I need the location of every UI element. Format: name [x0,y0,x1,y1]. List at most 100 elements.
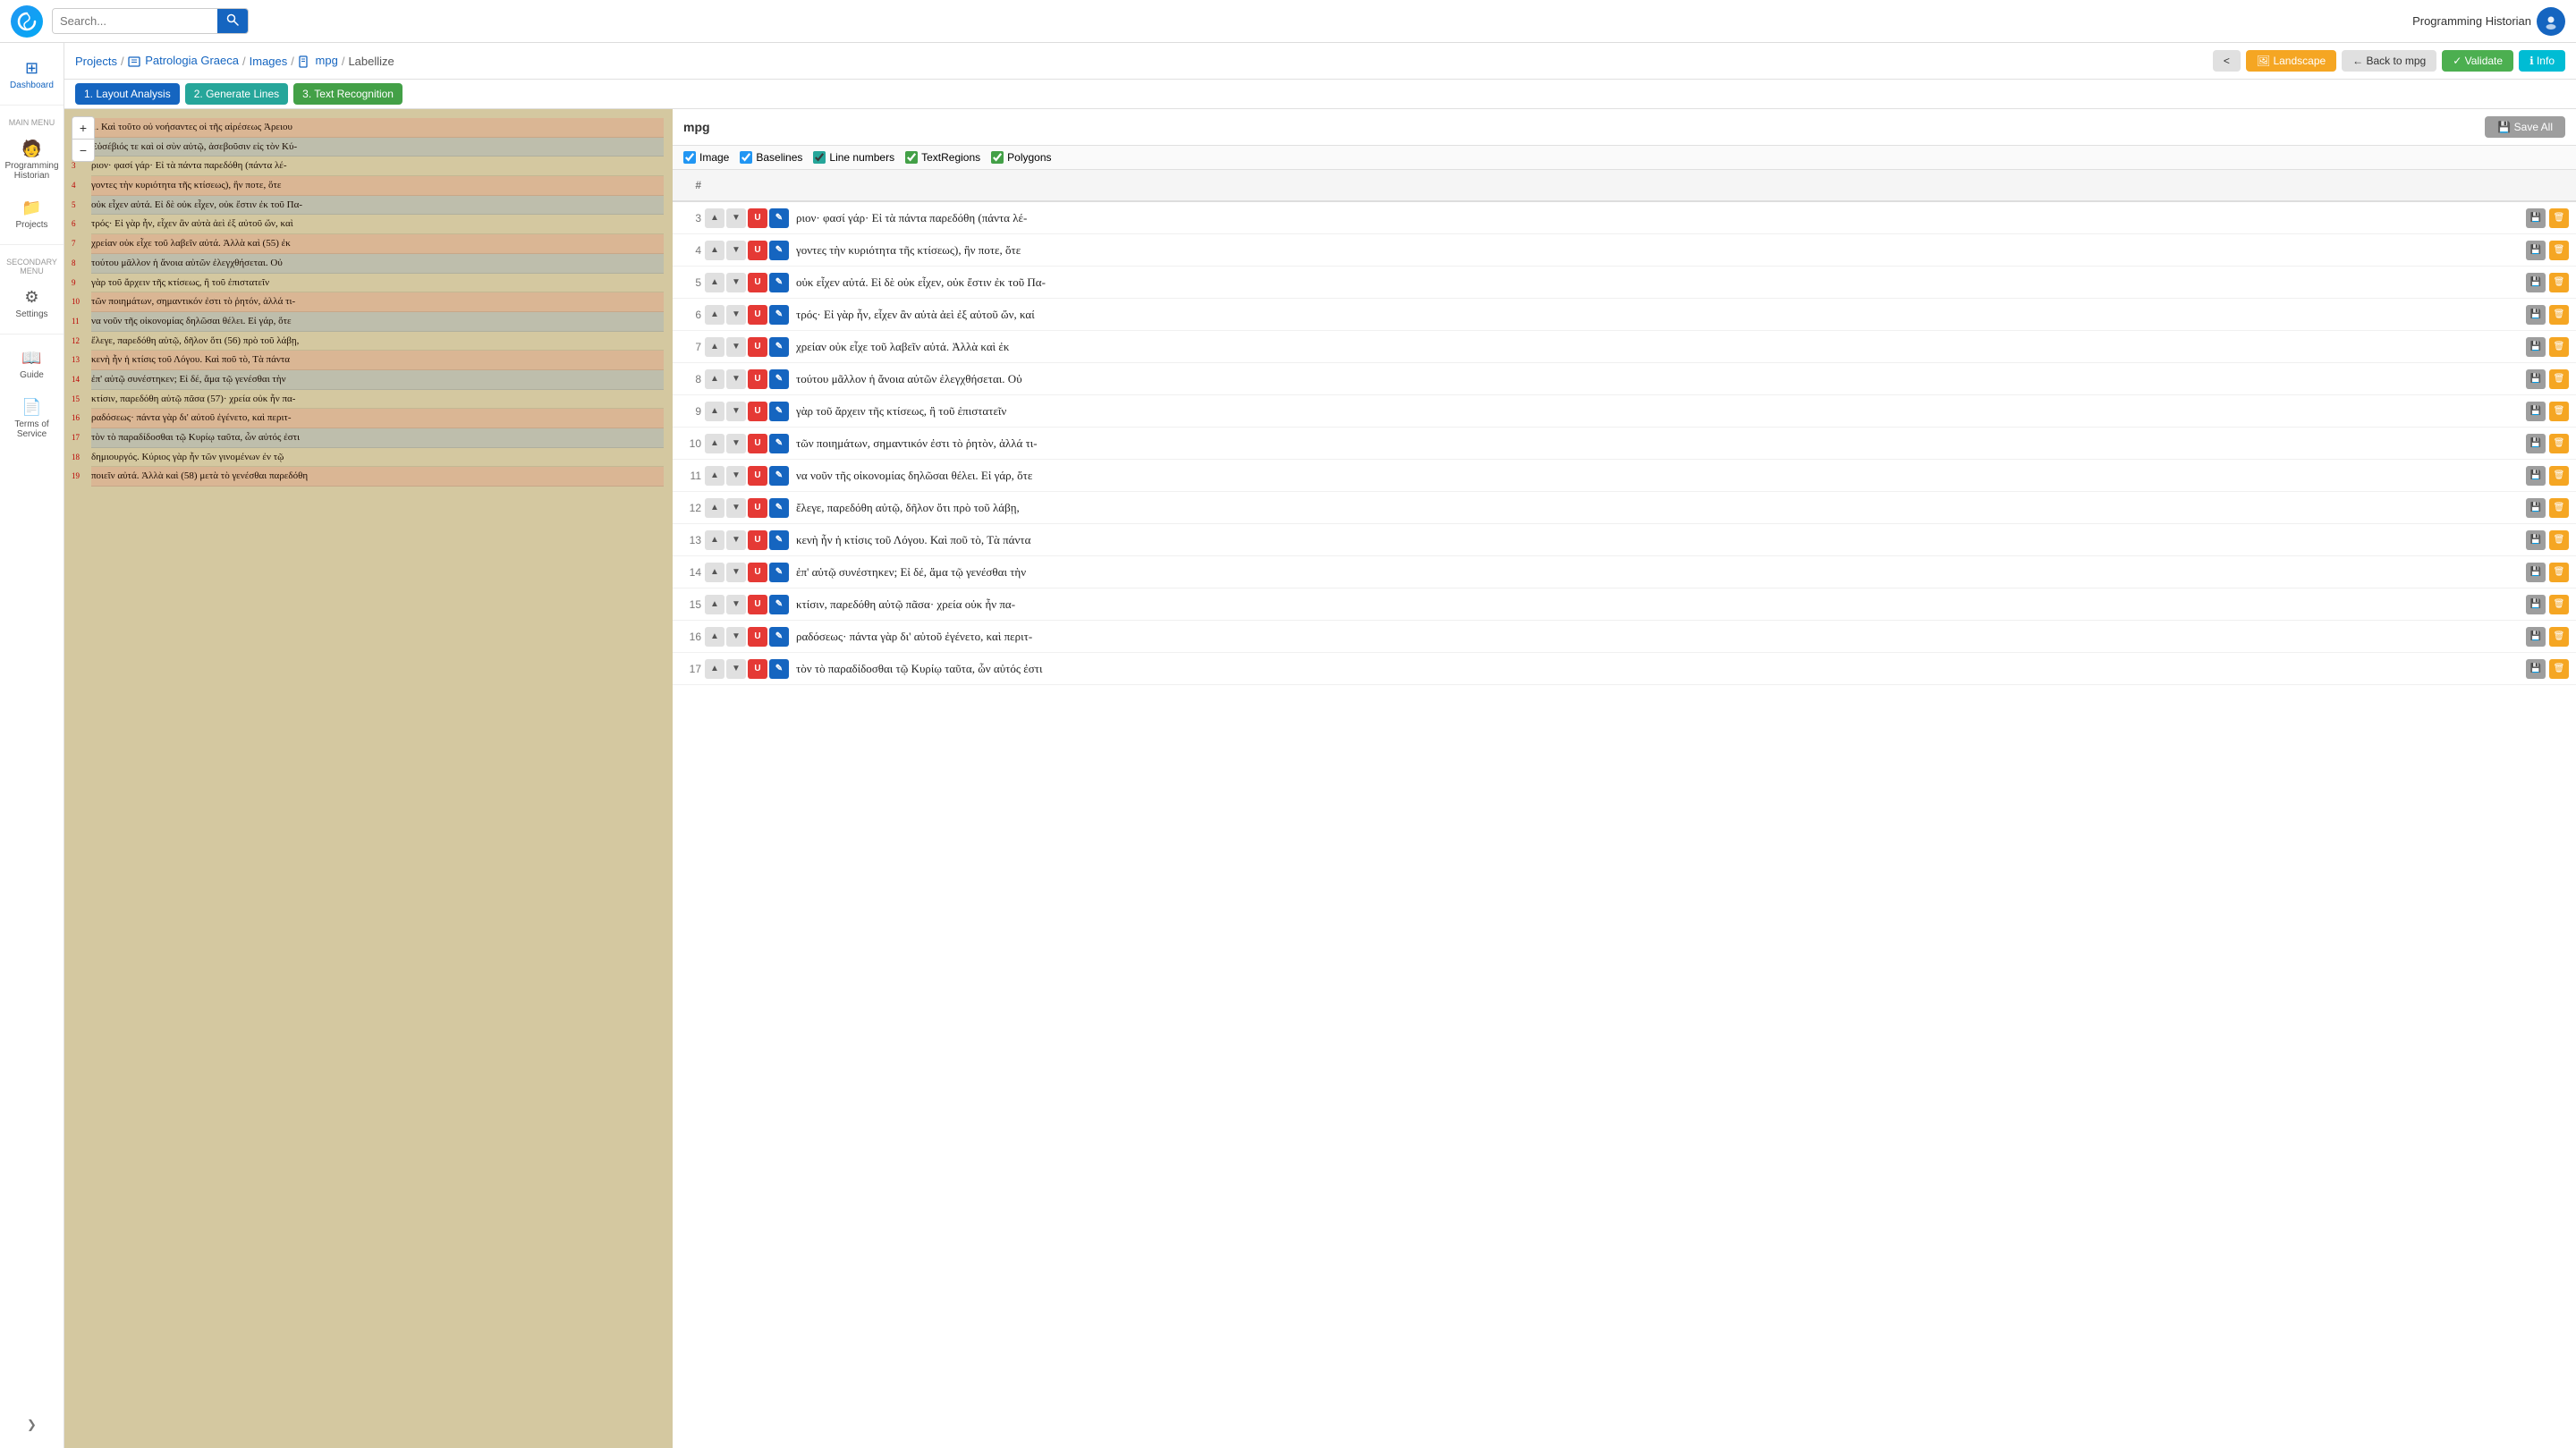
breadcrumb-mpg[interactable]: mpg [298,54,338,68]
line-save-btn[interactable]: 💾 [2526,434,2546,453]
line-edit-btn[interactable]: ✎ [769,627,789,647]
line-save-btn[interactable]: 💾 [2526,241,2546,260]
line-delete-btn[interactable]: 🗑 [2549,498,2569,518]
line-save-btn[interactable]: 💾 [2526,337,2546,357]
line-save-btn[interactable]: 💾 [2526,530,2546,550]
line-edit-btn[interactable]: ✎ [769,369,789,389]
line-unverify-btn[interactable]: U [748,273,767,292]
line-unverify-btn[interactable]: U [748,659,767,679]
line-save-btn[interactable]: 💾 [2526,369,2546,389]
breadcrumb-images[interactable]: Images [250,55,288,68]
line-up-btn[interactable]: ▲ [705,369,724,389]
line-edit-btn[interactable]: ✎ [769,434,789,453]
line-edit-btn[interactable]: ✎ [769,595,789,614]
line-delete-btn[interactable]: 🗑 [2549,530,2569,550]
manuscript-image[interactable]: 11. Καὶ τοῦτο οὐ νοήσαντες οἱ τῆς αἱρέσε… [64,109,673,1448]
sidebar-item-settings[interactable]: ⚙ Settings [0,281,64,326]
zoom-in-btn[interactable]: + [72,117,94,139]
breadcrumb-projects[interactable]: Projects [75,55,117,68]
line-up-btn[interactable]: ▲ [705,241,724,260]
line-unverify-btn[interactable]: U [748,595,767,614]
line-delete-btn[interactable]: 🗑 [2549,273,2569,292]
line-save-btn[interactable]: 💾 [2526,305,2546,325]
sidebar-item-dashboard[interactable]: ⊞ Dashboard [0,52,64,97]
sidebar-item-guide[interactable]: 📖 Guide [0,342,64,387]
line-edit-btn[interactable]: ✎ [769,530,789,550]
back-chevron-btn[interactable]: < [2213,50,2241,72]
line-down-btn[interactable]: ▼ [726,241,746,260]
line-delete-btn[interactable]: 🗑 [2549,305,2569,325]
landscape-btn[interactable]: 🖼 Landscape [2246,50,2336,72]
line-save-btn[interactable]: 💾 [2526,466,2546,486]
info-btn[interactable]: ℹ Info [2519,50,2565,72]
line-up-btn[interactable]: ▲ [705,498,724,518]
line-delete-btn[interactable]: 🗑 [2549,627,2569,647]
line-unverify-btn[interactable]: U [748,563,767,582]
sidebar-item-projects[interactable]: 📁 Projects [0,191,64,237]
line-edit-btn[interactable]: ✎ [769,273,789,292]
line-edit-btn[interactable]: ✎ [769,498,789,518]
line-delete-btn[interactable]: 🗑 [2549,337,2569,357]
step2-btn[interactable]: 2. Generate Lines [185,83,288,105]
search-button[interactable] [217,9,248,33]
filter-textregions-checkbox[interactable] [905,151,918,164]
step1-btn[interactable]: 1. Layout Analysis [75,83,180,105]
line-down-btn[interactable]: ▼ [726,402,746,421]
line-save-btn[interactable]: 💾 [2526,627,2546,647]
line-down-btn[interactable]: ▼ [726,563,746,582]
line-up-btn[interactable]: ▲ [705,563,724,582]
back-mpg-btn[interactable]: ← Back to mpg [2342,50,2436,72]
line-down-btn[interactable]: ▼ [726,498,746,518]
line-up-btn[interactable]: ▲ [705,434,724,453]
line-unverify-btn[interactable]: U [748,241,767,260]
line-down-btn[interactable]: ▼ [726,369,746,389]
line-save-btn[interactable]: 💾 [2526,208,2546,228]
line-unverify-btn[interactable]: U [748,627,767,647]
line-unverify-btn[interactable]: U [748,434,767,453]
line-edit-btn[interactable]: ✎ [769,305,789,325]
line-edit-btn[interactable]: ✎ [769,337,789,357]
line-delete-btn[interactable]: 🗑 [2549,241,2569,260]
line-delete-btn[interactable]: 🗑 [2549,466,2569,486]
line-up-btn[interactable]: ▲ [705,466,724,486]
line-down-btn[interactable]: ▼ [726,466,746,486]
save-all-btn[interactable]: 💾 Save All [2485,116,2565,138]
line-up-btn[interactable]: ▲ [705,659,724,679]
line-save-btn[interactable]: 💾 [2526,563,2546,582]
line-up-btn[interactable]: ▲ [705,595,724,614]
line-delete-btn[interactable]: 🗑 [2549,659,2569,679]
line-up-btn[interactable]: ▲ [705,273,724,292]
line-down-btn[interactable]: ▼ [726,659,746,679]
line-edit-btn[interactable]: ✎ [769,659,789,679]
line-down-btn[interactable]: ▼ [726,208,746,228]
line-edit-btn[interactable]: ✎ [769,208,789,228]
line-delete-btn[interactable]: 🗑 [2549,563,2569,582]
line-unverify-btn[interactable]: U [748,337,767,357]
line-unverify-btn[interactable]: U [748,498,767,518]
line-save-btn[interactable]: 💾 [2526,498,2546,518]
line-edit-btn[interactable]: ✎ [769,563,789,582]
filter-baselines-checkbox[interactable] [740,151,752,164]
filter-image-checkbox[interactable] [683,151,696,164]
line-down-btn[interactable]: ▼ [726,434,746,453]
line-down-btn[interactable]: ▼ [726,337,746,357]
line-up-btn[interactable]: ▲ [705,208,724,228]
step3-btn[interactable]: 3. Text Recognition [293,83,402,105]
line-save-btn[interactable]: 💾 [2526,659,2546,679]
line-up-btn[interactable]: ▲ [705,337,724,357]
line-up-btn[interactable]: ▲ [705,530,724,550]
line-delete-btn[interactable]: 🗑 [2549,369,2569,389]
line-unverify-btn[interactable]: U [748,402,767,421]
line-unverify-btn[interactable]: U [748,208,767,228]
zoom-out-btn[interactable]: − [72,140,94,161]
breadcrumb-patrologia[interactable]: Patrologia Graeca [128,54,239,68]
search-input[interactable] [53,9,217,33]
line-unverify-btn[interactable]: U [748,466,767,486]
app-logo[interactable] [11,5,43,38]
line-save-btn[interactable]: 💾 [2526,595,2546,614]
line-down-btn[interactable]: ▼ [726,273,746,292]
avatar[interactable] [2537,7,2565,36]
sidebar-item-terms[interactable]: 📄 Terms of Service [0,391,64,446]
filter-polygons-checkbox[interactable] [991,151,1004,164]
line-delete-btn[interactable]: 🗑 [2549,434,2569,453]
